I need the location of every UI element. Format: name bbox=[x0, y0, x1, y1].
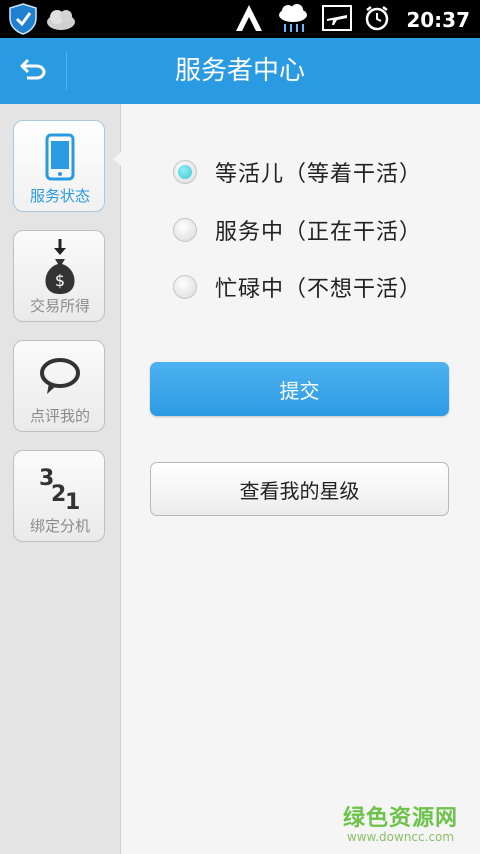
sidebar-item-label: 点评我的 bbox=[29, 407, 90, 425]
radio-label: 等活儿（等着干活） bbox=[215, 162, 423, 187]
radio-label: 忙碌中（不想干活） bbox=[215, 277, 423, 302]
status-time: 20:37 bbox=[406, 8, 470, 32]
svg-text:$: $ bbox=[55, 271, 65, 290]
radio-label: 服务中（正在干活） bbox=[215, 220, 423, 245]
radio-button[interactable] bbox=[173, 218, 197, 242]
sidebar-item-bind-extension[interactable]: 3 2 1 绑定分机 bbox=[13, 450, 105, 542]
sidebar-item-earnings[interactable]: $ 交易所得 bbox=[13, 230, 105, 322]
numbers-321-icon: 3 2 1 bbox=[14, 459, 106, 515]
sidebar-item-label: 交易所得 bbox=[29, 297, 90, 315]
shield-icon bbox=[8, 3, 38, 39]
sidebar-item-label: 绑定分机 bbox=[29, 517, 90, 535]
active-pointer bbox=[113, 152, 121, 166]
view-star-rating-button[interactable]: 查看我的星级 bbox=[150, 462, 449, 516]
sidebar-item-label: 服务状态 bbox=[29, 187, 90, 205]
status-bar: 20:37 bbox=[0, 0, 480, 38]
phone-icon bbox=[14, 129, 106, 185]
money-bag-icon: $ bbox=[14, 239, 106, 295]
submit-button[interactable]: 提交 bbox=[150, 362, 449, 416]
app-a-icon bbox=[234, 3, 264, 37]
page-title: 服务者中心 bbox=[174, 56, 305, 86]
title-divider bbox=[66, 52, 67, 90]
alarm-clock-icon bbox=[364, 5, 390, 35]
sidebar-item-reviews[interactable]: 点评我的 bbox=[13, 340, 105, 432]
cloud-icon bbox=[44, 3, 78, 39]
weather-rain-icon bbox=[276, 2, 310, 38]
back-button[interactable] bbox=[0, 38, 66, 104]
main-panel: 等活儿（等着干活） 服务中（正在干活） 忙碌中（不想干活） 提交 查看我的星级 bbox=[121, 104, 480, 854]
status-option-serving[interactable]: 服务中（正在干活） bbox=[173, 210, 422, 250]
title-bar: 服务者中心 bbox=[0, 38, 480, 104]
status-option-busy[interactable]: 忙碌中（不想干活） bbox=[173, 267, 422, 307]
back-arrow-icon bbox=[19, 57, 47, 85]
sidebar-item-service-status[interactable]: 服务状态 bbox=[13, 120, 105, 212]
status-option-waiting[interactable]: 等活儿（等着干活） bbox=[173, 152, 422, 192]
radio-button[interactable] bbox=[173, 275, 197, 299]
watermark: 绿色资源网 www.downcc.com bbox=[343, 800, 458, 844]
svg-text:1: 1 bbox=[65, 490, 80, 511]
sidebar: 服务状态 $ 交易所得 点评我的 3 2 1 绑定分机 bbox=[0, 104, 121, 854]
radio-button[interactable] bbox=[173, 160, 197, 184]
watermark-en: www.downcc.com bbox=[346, 830, 455, 844]
speech-bubble-icon bbox=[14, 349, 106, 405]
airplane-mode-icon bbox=[322, 5, 353, 35]
watermark-cn: 绿色资源网 bbox=[342, 806, 458, 831]
